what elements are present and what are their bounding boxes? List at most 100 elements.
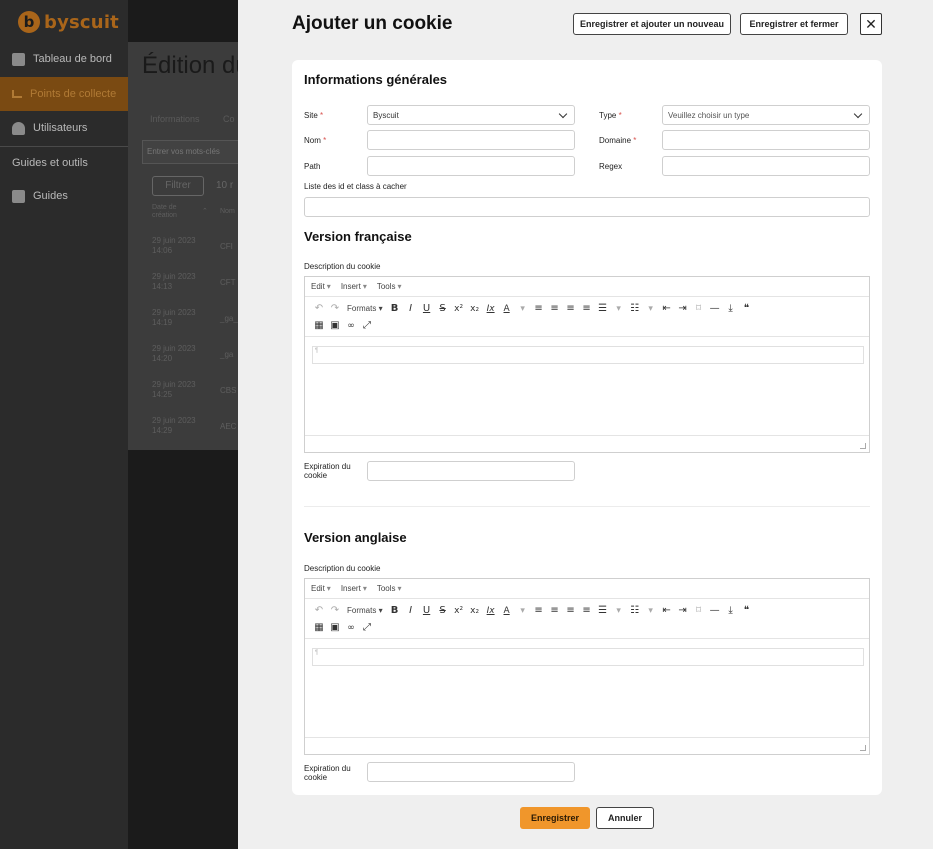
justify-icon[interactable]: ≡ [579, 300, 595, 317]
subscript-icon[interactable]: x₂ [467, 300, 483, 317]
underline-icon[interactable]: U [419, 602, 435, 619]
type-select[interactable]: Veuillez choisir un type [662, 105, 870, 125]
subscript-icon[interactable]: x₂ [467, 602, 483, 619]
link-icon[interactable]: ∞ [343, 317, 359, 334]
superscript-icon[interactable]: x² [451, 300, 467, 317]
bookmark-icon[interactable]: ⌑ [691, 602, 707, 619]
underline-icon[interactable]: U [419, 300, 435, 317]
numbered-list-icon[interactable]: ☷ [627, 602, 643, 619]
align-left-icon[interactable]: ≡ [531, 602, 547, 619]
bullet-list-icon[interactable]: ☰ [595, 602, 611, 619]
undo-icon[interactable]: ↶ [311, 300, 327, 317]
table-icon[interactable]: ▦ [311, 619, 327, 636]
image-icon[interactable]: ▣ [327, 317, 343, 334]
redo-icon[interactable]: ↷ [327, 602, 343, 619]
table-row[interactable]: 29 juin 2023 14:19 [152, 308, 196, 328]
table-header-name[interactable]: Nom [220, 208, 235, 216]
fullscreen-icon[interactable]: ⤢ [359, 619, 375, 636]
sidebar-item-dashboard[interactable]: Tableau de bord [0, 42, 128, 76]
redo-icon[interactable]: ↷ [327, 300, 343, 317]
blockquote-icon[interactable]: ❝ [739, 300, 755, 317]
en-rich-text-editor[interactable]: Edit ▾ Insert ▾ Tools ▾ ↶ ↷ Formats ▾ B I U… [304, 578, 870, 755]
sort-icon[interactable]: ⌃ [202, 208, 208, 216]
save-and-add-button[interactable]: Enregistrer et ajouter un nouveau [573, 13, 731, 35]
menu-insert[interactable]: Insert ▾ [341, 584, 367, 593]
editor-content[interactable]: ¶ [305, 639, 869, 737]
horizontal-rule-icon[interactable]: — [707, 602, 723, 619]
filter-button[interactable]: Filtrer [152, 176, 204, 196]
regex-input[interactable] [662, 156, 870, 176]
align-center-icon[interactable]: ≡ [547, 602, 563, 619]
en-expiration-input[interactable] [367, 762, 575, 782]
domaine-input[interactable] [662, 130, 870, 150]
table-row[interactable]: 29 juin 2023 14:20 [152, 344, 196, 364]
table-row[interactable]: 29 juin 2023 14:06 [152, 236, 196, 256]
outdent-icon[interactable]: ⇤ [659, 300, 675, 317]
undo-icon[interactable]: ↶ [311, 602, 327, 619]
sidebar-item-guides[interactable]: Guides [0, 179, 128, 213]
nom-input[interactable] [367, 130, 575, 150]
fr-expiration-input[interactable] [367, 461, 575, 481]
save-and-close-button[interactable]: Enregistrer et fermer [740, 13, 848, 35]
superscript-icon[interactable]: x² [451, 602, 467, 619]
clear-format-icon[interactable]: Ix [483, 300, 499, 317]
align-left-icon[interactable]: ≡ [531, 300, 547, 317]
clear-format-icon[interactable]: Ix [483, 602, 499, 619]
formats-dropdown[interactable]: Formats ▾ [343, 300, 387, 317]
image-icon[interactable]: ▣ [327, 619, 343, 636]
indent-icon[interactable]: ⇥ [675, 602, 691, 619]
bookmark-icon[interactable]: ⌑ [691, 300, 707, 317]
tab-informations[interactable]: Informations [150, 114, 200, 124]
download-icon[interactable]: ⤓ [723, 300, 739, 317]
text-color-icon[interactable]: A [499, 602, 515, 619]
site-select[interactable]: Byscuit [367, 105, 575, 125]
chevron-down-icon[interactable]: ▾ [515, 300, 531, 317]
search-input[interactable]: Entrer vos mots-clés [142, 140, 238, 164]
editor-content[interactable]: ¶ [305, 337, 869, 435]
align-right-icon[interactable]: ≡ [563, 602, 579, 619]
fullscreen-icon[interactable]: ⤢ [359, 317, 375, 334]
menu-edit[interactable]: Edit ▾ [311, 282, 331, 291]
table-row[interactable]: 29 juin 2023 14:13 [152, 272, 196, 292]
formats-dropdown[interactable]: Formats ▾ [343, 602, 387, 619]
italic-icon[interactable]: I [403, 300, 419, 317]
bold-icon[interactable]: B [387, 300, 403, 317]
cancel-button[interactable]: Annuler [596, 807, 654, 829]
tab-other[interactable]: Co [223, 114, 235, 124]
editor-paragraph[interactable]: ¶ [312, 346, 864, 364]
justify-icon[interactable]: ≡ [579, 602, 595, 619]
resize-handle-icon[interactable] [860, 443, 866, 449]
horizontal-rule-icon[interactable]: — [707, 300, 723, 317]
strikethrough-icon[interactable]: S [435, 602, 451, 619]
numbered-list-icon[interactable]: ☷ [627, 300, 643, 317]
sidebar-item-collect-points[interactable]: Points de collecte [0, 77, 128, 111]
blockquote-icon[interactable]: ❝ [739, 602, 755, 619]
hide-list-input[interactable] [304, 197, 870, 217]
bullet-list-icon[interactable]: ☰ [595, 300, 611, 317]
outdent-icon[interactable]: ⇤ [659, 602, 675, 619]
menu-tools[interactable]: Tools ▾ [377, 584, 402, 593]
chevron-down-icon[interactable]: ▾ [643, 602, 659, 619]
resize-handle-icon[interactable] [860, 745, 866, 751]
editor-paragraph[interactable]: ¶ [312, 648, 864, 666]
path-input[interactable] [367, 156, 575, 176]
fr-rich-text-editor[interactable]: Edit ▾ Insert ▾ Tools ▾ ↶ ↷ Formats ▾ B I U… [304, 276, 870, 453]
align-center-icon[interactable]: ≡ [547, 300, 563, 317]
table-header-date[interactable]: Date de création [152, 204, 177, 220]
strikethrough-icon[interactable]: S [435, 300, 451, 317]
menu-insert[interactable]: Insert ▾ [341, 282, 367, 291]
menu-tools[interactable]: Tools ▾ [377, 282, 402, 291]
chevron-down-icon[interactable]: ▾ [611, 300, 627, 317]
align-right-icon[interactable]: ≡ [563, 300, 579, 317]
download-icon[interactable]: ⤓ [723, 602, 739, 619]
indent-icon[interactable]: ⇥ [675, 300, 691, 317]
chevron-down-icon[interactable]: ▾ [643, 300, 659, 317]
italic-icon[interactable]: I [403, 602, 419, 619]
bold-icon[interactable]: B [387, 602, 403, 619]
table-row[interactable]: 29 juin 2023 14:25 [152, 380, 196, 400]
text-color-icon[interactable]: A [499, 300, 515, 317]
close-button[interactable]: ✕ [860, 13, 882, 35]
table-row[interactable]: 29 juin 2023 14:29 [152, 416, 196, 436]
link-icon[interactable]: ∞ [343, 619, 359, 636]
chevron-down-icon[interactable]: ▾ [515, 602, 531, 619]
